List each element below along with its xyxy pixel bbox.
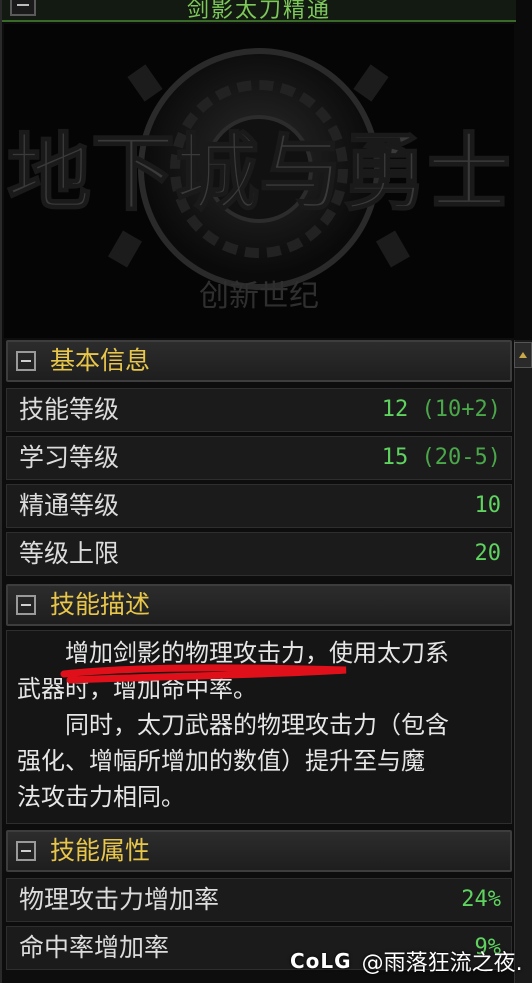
section-title: 技能属性 xyxy=(50,836,151,865)
collapse-minus-icon[interactable] xyxy=(16,351,36,371)
scrollbar-track[interactable] xyxy=(514,340,532,983)
section-header-attributes[interactable]: 技能属性 xyxy=(6,830,512,872)
row-value: 24% xyxy=(461,887,501,912)
info-row-level-cap: 等级上限 20 xyxy=(6,532,512,576)
watermark: CoLG @雨落狂流之夜. xyxy=(290,944,523,978)
info-row-learn-level: 学习等级 15 (20-5) xyxy=(6,436,512,480)
section-header-description[interactable]: 技能描述 xyxy=(6,584,512,626)
row-value: 15 (20-5) xyxy=(381,445,501,470)
info-row-mastery-level: 精通等级 10 xyxy=(6,484,512,528)
attr-row-phys-atk-rate: 物理攻击力增加率 24% xyxy=(6,878,512,922)
collapse-minus-icon[interactable] xyxy=(16,841,36,861)
row-label: 等级上限 xyxy=(19,539,120,568)
logo-subtext: 创新世纪 xyxy=(199,279,319,314)
row-label: 学习等级 xyxy=(19,443,120,472)
description-line: 强化、增幅所增加的数值）提升至与魔 xyxy=(17,747,425,775)
watermark-user: @雨落狂流之夜. xyxy=(361,951,523,976)
description-line: 增加剑影的物理攻击力，使用太刀系 xyxy=(65,639,449,667)
row-value: 20 xyxy=(474,541,502,566)
collapse-minus-icon[interactable] xyxy=(16,595,36,615)
skill-tooltip-panel: 剑影太刀精通 地下城与勇士 创新世纪 基本信息 技能等级 12 (10+2) 学… xyxy=(0,0,516,983)
colg-logo: CoLG xyxy=(290,949,352,973)
row-label: 物理攻击力增加率 xyxy=(19,885,220,914)
description-line: 法攻击力相同。 xyxy=(17,783,185,811)
row-value: 10 xyxy=(474,493,502,518)
game-logo-banner: 地下城与勇士 创新世纪 xyxy=(4,24,514,338)
row-value: 12 (10+2) xyxy=(381,397,501,422)
game-logo-image: 地下城与勇士 创新世纪 xyxy=(4,24,514,338)
title-bar: 剑影太刀精通 xyxy=(2,0,516,23)
section-title: 基本信息 xyxy=(50,346,151,375)
info-row-skill-level: 技能等级 12 (10+2) xyxy=(6,388,512,432)
description-line: 武器时，增加命中率。 xyxy=(17,675,257,703)
scroll-up-arrow-icon[interactable] xyxy=(514,342,532,368)
row-label: 技能等级 xyxy=(19,395,120,424)
skill-description: 增加剑影的物理攻击力，使用太刀系 武器时，增加命中率。 同时，太刀武器的物理攻击… xyxy=(6,630,512,824)
row-label: 命中率增加率 xyxy=(19,933,170,962)
description-line: 同时，太刀武器的物理攻击力（包含 xyxy=(65,711,449,739)
logo-text: 地下城与勇士 xyxy=(7,123,511,222)
skill-title: 剑影太刀精通 xyxy=(186,0,331,23)
section-title: 技能描述 xyxy=(50,590,151,619)
row-label: 精通等级 xyxy=(19,491,120,520)
section-header-basic-info[interactable]: 基本信息 xyxy=(6,340,512,382)
